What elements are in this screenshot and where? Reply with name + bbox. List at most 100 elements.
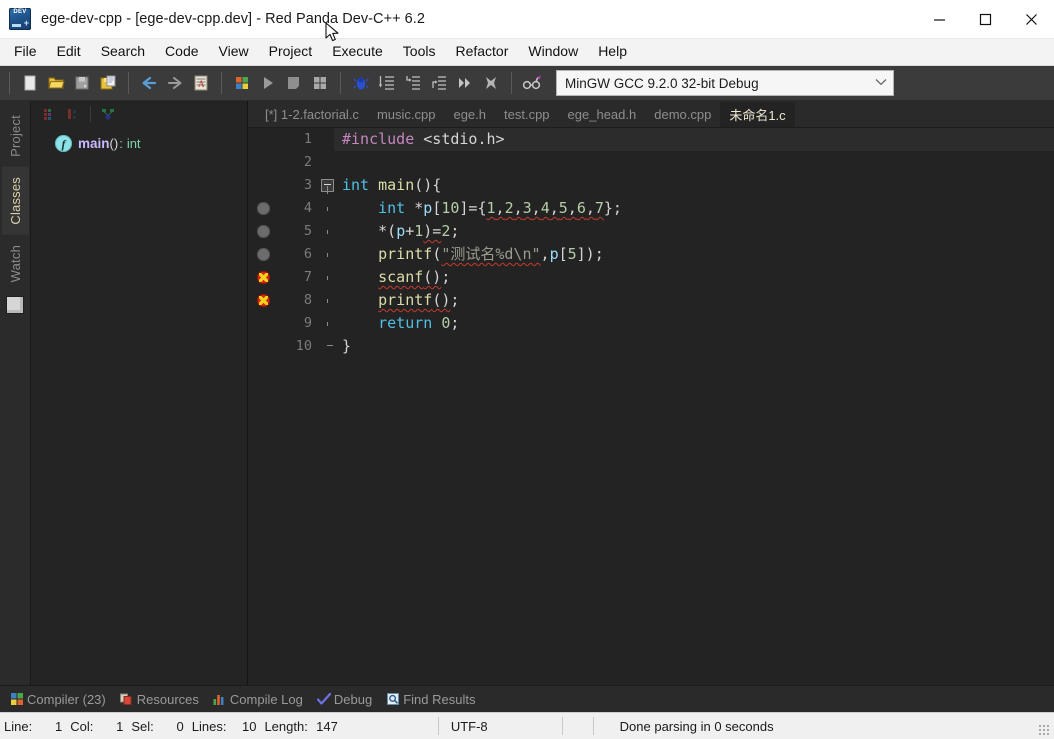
sort-order-icon[interactable]: a z [61,103,85,125]
bottom-tab-resources[interactable]: Resources [116,690,209,709]
bottom-tab-label: Compiler (23) [27,691,106,707]
line-number: 3 [303,177,312,193]
menu-edit[interactable]: Edit [47,40,91,64]
bottom-tab-compiler[interactable]: Compiler (23) [6,690,116,709]
title-bar: DEV + ege-dev-cpp - [ege-dev-cpp.dev] - R… [0,0,1054,42]
code-line[interactable]: 8 printf(); [248,289,1054,312]
show-inherited-icon[interactable] [96,103,120,125]
status-sel-label: Sel: [131,718,154,734]
code-line[interactable]: 7 scanf(); [248,266,1054,289]
editor-tab-untitled1[interactable]: 未命名1.c [720,101,795,127]
menu-window[interactable]: Window [518,40,588,64]
back-arrow-icon[interactable] [136,70,162,96]
toolbar-divider [9,72,10,94]
code-text: printf(); [378,291,460,309]
continue-icon[interactable] [452,70,478,96]
code-line[interactable]: 1 #include <stdio.h> [248,128,1054,151]
close-icon[interactable] [1008,0,1054,38]
bottom-tab-find-results[interactable]: Find Results [382,690,485,709]
code-line[interactable]: 6 printf("测试名%d\n",p[5]); [248,243,1054,266]
status-bar: Line: 1 Col: 1 Sel: 0 Lines: 10 Length: … [0,712,1054,739]
chevron-down-icon [875,78,887,89]
compiler-set-combobox[interactable]: MinGW GCC 9.2.0 32-bit Debug [556,70,894,96]
editor-tab-factorial[interactable]: [*] 1-2.factorial.c [256,104,368,125]
fold-indicator-open[interactable] [320,179,334,194]
sidebar-tab-classes[interactable]: Classes [1,166,29,235]
code-line[interactable]: 10 } [248,335,1054,358]
stop-debug-icon[interactable] [478,70,504,96]
sidebar-tab-project[interactable]: Project [2,105,29,167]
debug-check-icon [316,692,331,706]
status-col-value: 1 [116,718,124,734]
status-length-value: 147 [316,718,338,734]
add-watch-icon[interactable] [519,70,545,96]
editor-tab-ege-head-h[interactable]: ege_head.h [559,104,646,125]
run-icon[interactable] [255,70,281,96]
save-icon[interactable] [69,70,95,96]
step-out-icon[interactable] [426,70,452,96]
step-into-icon[interactable] [400,70,426,96]
code-text: *(p+1)=2; [378,222,460,240]
menu-help[interactable]: Help [588,40,637,64]
panel-toggle-icon[interactable] [6,295,24,314]
editor-tab-ege-h[interactable]: ege.h [444,104,495,125]
code-text: int main(){ [342,176,442,194]
new-file-icon[interactable] [17,70,43,96]
menu-view[interactable]: View [209,40,259,64]
menu-file[interactable]: File [4,40,47,64]
maximize-icon[interactable] [962,0,1008,38]
compile-run-icon[interactable] [307,70,333,96]
menu-search[interactable]: Search [91,40,155,64]
minimize-icon[interactable] [916,0,962,38]
classes-tree[interactable]: f main () : int [31,127,247,685]
code-text: } [342,337,352,355]
stop-icon[interactable] [281,70,307,96]
sort-alpha-icon[interactable] [37,103,61,125]
code-editor[interactable]: 1 #include <stdio.h> 2 3 int main(){4 i… [248,128,1054,685]
editor-tab-music[interactable]: music.cpp [368,104,445,125]
menu-execute[interactable]: Execute [322,40,393,64]
step-over-icon[interactable] [374,70,400,96]
code-line[interactable]: 3 int main(){ [248,174,1054,197]
bottom-tab-debug[interactable]: Debug [313,690,382,709]
debug-bug-icon[interactable] [348,70,374,96]
editor-tab-bar: [*] 1-2.factorial.c music.cpp ege.h test… [248,101,1054,128]
tree-item-type: int [126,136,141,151]
resources-icon [120,692,134,706]
gutter-marker-disabled-breakpoint[interactable] [248,225,278,238]
tree-item-separator: : [119,136,123,151]
line-number: 1 [303,131,312,147]
code-text: #include <stdio.h> [334,128,1054,151]
find-icon[interactable]: A [188,70,214,96]
status-line-value: 1 [54,718,63,734]
toolbar-group-debug [345,70,507,96]
bottom-tab-compile-log[interactable]: Compile Log [209,690,313,709]
main-body: Project Classes Watch a z f main (): in… [0,101,1054,685]
menu-project[interactable]: Project [259,40,323,64]
gutter-marker-error[interactable] [248,271,278,284]
save-all-icon[interactable] [95,70,121,96]
code-line[interactable]: 4 int *p[10]={1,2,3,4,5,6,7}; [248,197,1054,220]
editor-tab-demo[interactable]: demo.cpp [645,104,720,125]
classes-panel-toolbar: a z [31,101,247,127]
menu-code[interactable]: Code [155,40,208,64]
code-line[interactable]: 2 [248,151,1054,174]
function-icon: f [55,135,72,152]
code-line[interactable]: 5 *(p+1)=2; [248,220,1054,243]
forward-arrow-icon[interactable] [162,70,188,96]
code-line[interactable]: 9 return 0; [248,312,1054,335]
tree-item-main-function[interactable]: f main () : int [31,133,247,154]
compiler-icon [10,692,24,706]
menu-tools[interactable]: Tools [393,40,446,64]
bottom-tab-label: Find Results [403,691,476,707]
menu-refactor[interactable]: Refactor [445,40,518,64]
compile-icon[interactable] [229,70,255,96]
editor-tab-test[interactable]: test.cpp [495,104,559,125]
open-folder-icon[interactable] [43,70,69,96]
sidebar-tab-watch[interactable]: Watch [2,235,29,292]
resize-grip[interactable] [1038,724,1050,736]
main-toolbar: A MinGW GCC 9.2.0 32-bit Debug [0,66,1054,101]
gutter-marker-error[interactable] [248,294,278,307]
gutter-marker-disabled-breakpoint[interactable] [248,202,278,215]
gutter-marker-disabled-breakpoint[interactable] [248,248,278,261]
